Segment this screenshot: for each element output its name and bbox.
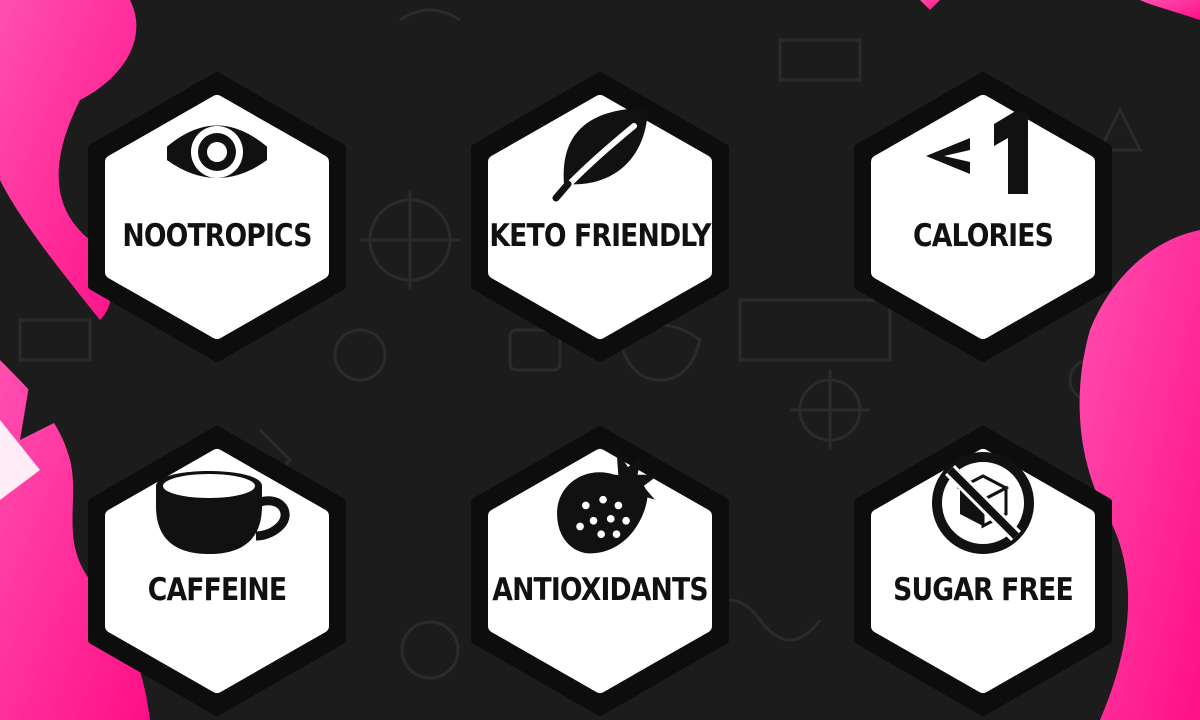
eye-icon	[167, 125, 267, 178]
coffee-cup-icon	[156, 471, 290, 554]
feature-label: CAFFEINE	[147, 572, 287, 608]
no-sugar-cube-icon	[932, 452, 1034, 554]
feature-badge-antioxidants: ANTIOXIDANTS	[455, 426, 745, 716]
feature-label: ANTIOXIDANTS	[492, 572, 708, 608]
feature-badge-caffeine: CAFFEINE	[72, 426, 362, 716]
feature-label: CALORIES	[913, 218, 1054, 254]
feature-badge-sugar-free: SUGAR FREE	[838, 426, 1128, 716]
strawberry-icon	[557, 449, 659, 554]
feature-label: KETO FRIENDLY	[489, 218, 711, 254]
feature-label: NOOTROPICS	[122, 218, 312, 254]
feature-badge-calories: CALORIES	[838, 72, 1128, 362]
feature-label: SUGAR FREE	[893, 572, 1074, 608]
less-than-one-icon	[926, 112, 1028, 194]
feature-banner: NOOTROPICS KETO FRIENDLY CALORIES CAFFEI…	[0, 0, 1200, 720]
feature-badge-nootropics: NOOTROPICS	[72, 72, 362, 362]
feature-badge-keto-friendly: KETO FRIENDLY	[455, 72, 745, 362]
leaf-icon	[552, 108, 648, 202]
